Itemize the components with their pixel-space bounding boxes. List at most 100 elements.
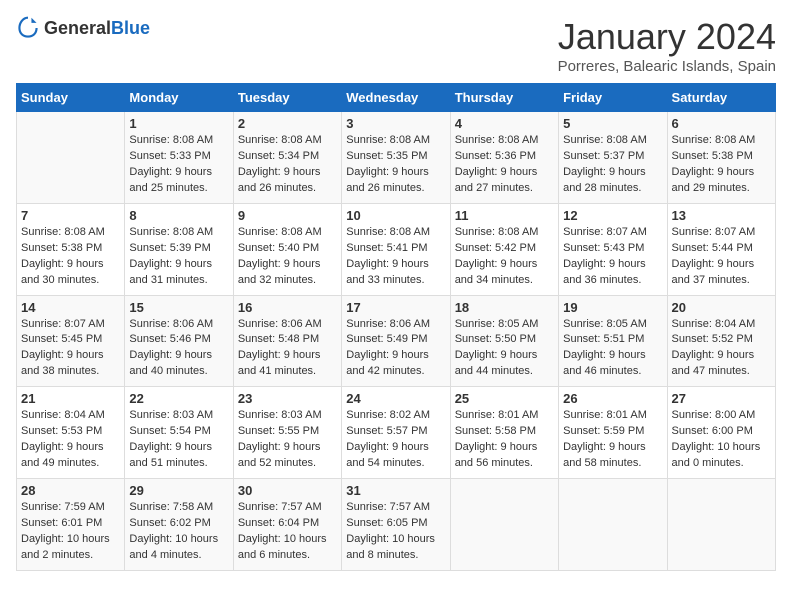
cell-line: and 26 minutes.	[346, 181, 445, 197]
cell-line: Sunrise: 7:57 AM	[238, 500, 337, 516]
logo: GeneralBlue	[16, 16, 150, 40]
day-number: 3	[346, 116, 445, 131]
day-number: 17	[346, 300, 445, 315]
cell-line: and 52 minutes.	[238, 456, 337, 472]
cell-line: Daylight: 10 hours	[346, 532, 445, 548]
title-section: January 2024 Porreres, Balearic Islands,…	[558, 16, 776, 75]
cell-line: and 29 minutes.	[672, 181, 771, 197]
cell-line: Daylight: 9 hours	[129, 348, 228, 364]
cell-line: Daylight: 9 hours	[563, 257, 662, 273]
day-number: 14	[21, 300, 120, 315]
calendar-cell: 26Sunrise: 8:01 AMSunset: 5:59 PMDayligh…	[559, 387, 667, 479]
logo-general: General	[44, 18, 111, 38]
calendar-cell	[450, 479, 558, 571]
calendar-cell: 11Sunrise: 8:08 AMSunset: 5:42 PMDayligh…	[450, 203, 558, 295]
cell-line: and 38 minutes.	[21, 364, 120, 380]
page-header: GeneralBlue January 2024 Porreres, Balea…	[16, 16, 776, 75]
calendar-cell: 15Sunrise: 8:06 AMSunset: 5:46 PMDayligh…	[125, 295, 233, 387]
cell-line: Sunrise: 8:08 AM	[129, 225, 228, 241]
cell-line: Sunset: 5:55 PM	[238, 424, 337, 440]
cell-line: Sunset: 5:34 PM	[238, 149, 337, 165]
cell-line: Daylight: 9 hours	[455, 348, 554, 364]
cell-line: Sunset: 5:36 PM	[455, 149, 554, 165]
day-number: 25	[455, 391, 554, 406]
cell-line: Sunset: 5:42 PM	[455, 241, 554, 257]
calendar-cell: 12Sunrise: 8:07 AMSunset: 5:43 PMDayligh…	[559, 203, 667, 295]
cell-line: Sunrise: 8:06 AM	[129, 317, 228, 333]
calendar-cell: 5Sunrise: 8:08 AMSunset: 5:37 PMDaylight…	[559, 112, 667, 204]
cell-line: and 58 minutes.	[563, 456, 662, 472]
cell-line: Sunset: 5:41 PM	[346, 241, 445, 257]
weekday-header-sunday: Sunday	[17, 84, 125, 112]
day-number: 13	[672, 208, 771, 223]
day-number: 27	[672, 391, 771, 406]
calendar-cell: 4Sunrise: 8:08 AMSunset: 5:36 PMDaylight…	[450, 112, 558, 204]
cell-line: Daylight: 9 hours	[672, 257, 771, 273]
calendar-cell: 6Sunrise: 8:08 AMSunset: 5:38 PMDaylight…	[667, 112, 775, 204]
calendar-table: SundayMondayTuesdayWednesdayThursdayFrid…	[16, 83, 776, 571]
cell-line: and 6 minutes.	[238, 548, 337, 564]
cell-line: and 51 minutes.	[129, 456, 228, 472]
cell-line: Sunrise: 8:07 AM	[672, 225, 771, 241]
cell-line: Sunset: 5:48 PM	[238, 332, 337, 348]
cell-line: Sunrise: 8:01 AM	[563, 408, 662, 424]
calendar-cell: 9Sunrise: 8:08 AMSunset: 5:40 PMDaylight…	[233, 203, 341, 295]
cell-line: and 32 minutes.	[238, 273, 337, 289]
cell-line: Sunrise: 7:58 AM	[129, 500, 228, 516]
calendar-body: 1Sunrise: 8:08 AMSunset: 5:33 PMDaylight…	[17, 112, 776, 571]
cell-line: Sunrise: 8:04 AM	[672, 317, 771, 333]
cell-line: Sunrise: 8:03 AM	[129, 408, 228, 424]
cell-line: Sunrise: 8:07 AM	[563, 225, 662, 241]
day-number: 5	[563, 116, 662, 131]
calendar-cell: 1Sunrise: 8:08 AMSunset: 5:33 PMDaylight…	[125, 112, 233, 204]
cell-line: and 8 minutes.	[346, 548, 445, 564]
calendar-cell: 22Sunrise: 8:03 AMSunset: 5:54 PMDayligh…	[125, 387, 233, 479]
calendar-cell: 3Sunrise: 8:08 AMSunset: 5:35 PMDaylight…	[342, 112, 450, 204]
day-number: 7	[21, 208, 120, 223]
calendar-cell: 20Sunrise: 8:04 AMSunset: 5:52 PMDayligh…	[667, 295, 775, 387]
calendar-cell: 19Sunrise: 8:05 AMSunset: 5:51 PMDayligh…	[559, 295, 667, 387]
calendar-cell: 24Sunrise: 8:02 AMSunset: 5:57 PMDayligh…	[342, 387, 450, 479]
cell-line: and 30 minutes.	[21, 273, 120, 289]
cell-line: Daylight: 10 hours	[129, 532, 228, 548]
cell-line: and 46 minutes.	[563, 364, 662, 380]
cell-line: Daylight: 9 hours	[21, 440, 120, 456]
cell-line: Sunrise: 7:59 AM	[21, 500, 120, 516]
day-number: 1	[129, 116, 228, 131]
calendar-cell: 28Sunrise: 7:59 AMSunset: 6:01 PMDayligh…	[17, 479, 125, 571]
day-number: 20	[672, 300, 771, 315]
calendar-cell: 23Sunrise: 8:03 AMSunset: 5:55 PMDayligh…	[233, 387, 341, 479]
day-number: 8	[129, 208, 228, 223]
cell-line: Daylight: 9 hours	[563, 440, 662, 456]
cell-line: Daylight: 9 hours	[346, 257, 445, 273]
calendar-cell	[667, 479, 775, 571]
calendar-cell: 14Sunrise: 8:07 AMSunset: 5:45 PMDayligh…	[17, 295, 125, 387]
cell-line: Daylight: 9 hours	[129, 257, 228, 273]
calendar-week-row: 14Sunrise: 8:07 AMSunset: 5:45 PMDayligh…	[17, 295, 776, 387]
calendar-cell: 17Sunrise: 8:06 AMSunset: 5:49 PMDayligh…	[342, 295, 450, 387]
cell-line: Sunrise: 8:08 AM	[21, 225, 120, 241]
cell-line: and 0 minutes.	[672, 456, 771, 472]
location: Porreres, Balearic Islands, Spain	[558, 58, 776, 75]
cell-line: Daylight: 9 hours	[672, 165, 771, 181]
cell-line: Sunrise: 8:00 AM	[672, 408, 771, 424]
cell-line: Sunset: 6:02 PM	[129, 516, 228, 532]
calendar-cell	[559, 479, 667, 571]
cell-line: and 40 minutes.	[129, 364, 228, 380]
cell-line: Sunset: 5:58 PM	[455, 424, 554, 440]
cell-line: Daylight: 9 hours	[21, 257, 120, 273]
day-number: 21	[21, 391, 120, 406]
cell-line: and 34 minutes.	[455, 273, 554, 289]
cell-line: Sunset: 5:37 PM	[563, 149, 662, 165]
cell-line: Daylight: 10 hours	[238, 532, 337, 548]
cell-line: and 36 minutes.	[563, 273, 662, 289]
calendar-week-row: 7Sunrise: 8:08 AMSunset: 5:38 PMDaylight…	[17, 203, 776, 295]
calendar-header: SundayMondayTuesdayWednesdayThursdayFrid…	[17, 84, 776, 112]
cell-line: and 56 minutes.	[455, 456, 554, 472]
cell-line: Daylight: 10 hours	[21, 532, 120, 548]
cell-line: Sunset: 5:40 PM	[238, 241, 337, 257]
day-number: 11	[455, 208, 554, 223]
cell-line: Sunrise: 7:57 AM	[346, 500, 445, 516]
day-number: 26	[563, 391, 662, 406]
day-number: 22	[129, 391, 228, 406]
